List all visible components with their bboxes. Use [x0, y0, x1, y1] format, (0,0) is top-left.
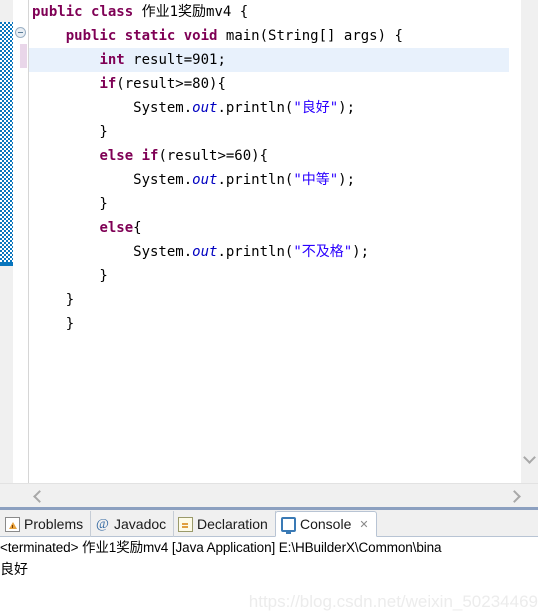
tab-console-label: Console: [300, 516, 352, 532]
code-text[interactable]: public class 作业1奖励mv4 { public static vo…: [29, 0, 509, 483]
chevron-right-glyph: [508, 489, 521, 503]
code-token: }: [32, 268, 108, 284]
code-token: {: [133, 220, 142, 236]
editor-gutter[interactable]: [13, 0, 27, 483]
code-line: System.out.println("不及格");: [29, 240, 509, 264]
code-token: 作业1奖励mv4 {: [133, 4, 249, 20]
chevron-right-icon[interactable]: [508, 488, 524, 504]
code-line: }: [29, 264, 509, 288]
tab-problems[interactable]: Problems: [0, 511, 92, 537]
code-token: }: [32, 316, 75, 332]
code-token: );: [338, 172, 356, 188]
editor-horizontal-scrollbar[interactable]: [0, 483, 538, 507]
console-icon: [281, 516, 296, 534]
code-token: result=901;: [124, 52, 226, 68]
chevron-left-icon[interactable]: [30, 488, 46, 504]
overview-ruler[interactable]: [0, 0, 13, 483]
overview-ruler-marker-cap: [0, 262, 13, 266]
code-token: .println(: [217, 172, 294, 188]
chevron-down-glyph: [523, 450, 536, 464]
code-line: public class 作业1奖励mv4 {: [29, 0, 509, 24]
tab-javadoc[interactable]: @ Javadoc: [90, 511, 175, 537]
code-token: }: [32, 124, 108, 140]
code-token: (result>=80){: [116, 76, 226, 92]
tab-problems-label: Problems: [24, 516, 84, 532]
code-line: System.out.println("中等");: [29, 168, 509, 192]
javadoc-at-icon: @: [96, 516, 109, 532]
code-token: "不及格": [293, 244, 353, 260]
code-token: (result>=60){: [158, 148, 269, 164]
code-line: }: [29, 288, 509, 312]
code-token: if: [99, 76, 117, 92]
code-token: main(String[] args) {: [217, 28, 403, 44]
tab-javadoc-label: Javadoc: [114, 516, 167, 532]
code-line: }: [29, 192, 509, 216]
code-token: out: [192, 244, 218, 260]
code-token: class: [91, 4, 134, 20]
declaration-icon: [178, 516, 193, 532]
code-token: }: [32, 196, 108, 212]
code-token: public: [65, 28, 117, 44]
tab-console[interactable]: Console ✕: [275, 511, 377, 537]
code-line: if(result>=80){: [29, 72, 509, 96]
watermark-text: https://blog.csdn.net/weixin_50234469: [248, 592, 538, 611]
console-launch-header: <terminated> 作业1奖励mv4 [Java Application]…: [0, 540, 442, 555]
code-line: System.out.println("良好");: [29, 96, 509, 120]
chevron-left-glyph: [33, 489, 46, 503]
code-line: public static void main(String[] args) {: [29, 24, 509, 48]
code-token: System.: [32, 244, 193, 260]
console-output-text: 良好: [0, 561, 28, 577]
code-token: }: [32, 292, 75, 308]
code-token: int: [99, 52, 125, 68]
code-token: System.: [32, 100, 193, 116]
code-token: "良好": [293, 100, 339, 116]
code-line: int result=901;: [29, 48, 509, 72]
view-tab-bar[interactable]: Problems @ Javadoc Declaration Console ✕: [0, 510, 538, 537]
code-token: .println(: [217, 244, 294, 260]
code-token: out: [192, 172, 218, 188]
code-line: }: [29, 312, 509, 336]
code-token: void: [183, 28, 218, 44]
code-editor[interactable]: public class 作业1奖励mv4 { public static vo…: [0, 0, 538, 483]
code-token: .println(: [217, 100, 294, 116]
code-token: "中等": [293, 172, 339, 188]
chevron-down-icon[interactable]: [521, 450, 538, 467]
tab-declaration-label: Declaration: [197, 516, 268, 532]
change-bar-marker: [20, 44, 27, 68]
code-token: else: [99, 148, 134, 164]
code-token: if: [141, 148, 159, 164]
bottom-view-stack: Problems @ Javadoc Declaration Console ✕…: [0, 507, 538, 616]
code-token: out: [192, 100, 218, 116]
code-token: static: [124, 28, 176, 44]
console-view[interactable]: <terminated> 作业1奖励mv4 [Java Application]…: [0, 538, 538, 616]
code-line: else{: [29, 216, 509, 240]
tab-declaration[interactable]: Declaration: [173, 511, 276, 537]
code-line: else if(result>=60){: [29, 144, 509, 168]
problems-icon: [5, 516, 20, 532]
code-token: else: [99, 220, 134, 236]
collapse-minus-icon[interactable]: [15, 27, 26, 38]
editor-vertical-scrollbar[interactable]: [521, 0, 538, 483]
code-token: System.: [32, 172, 193, 188]
code-token: );: [338, 100, 356, 116]
close-icon[interactable]: ✕: [359, 518, 368, 531]
code-token: );: [352, 244, 370, 260]
code-token: public: [32, 4, 83, 20]
code-line: }: [29, 120, 509, 144]
overview-ruler-marker[interactable]: [0, 22, 13, 266]
